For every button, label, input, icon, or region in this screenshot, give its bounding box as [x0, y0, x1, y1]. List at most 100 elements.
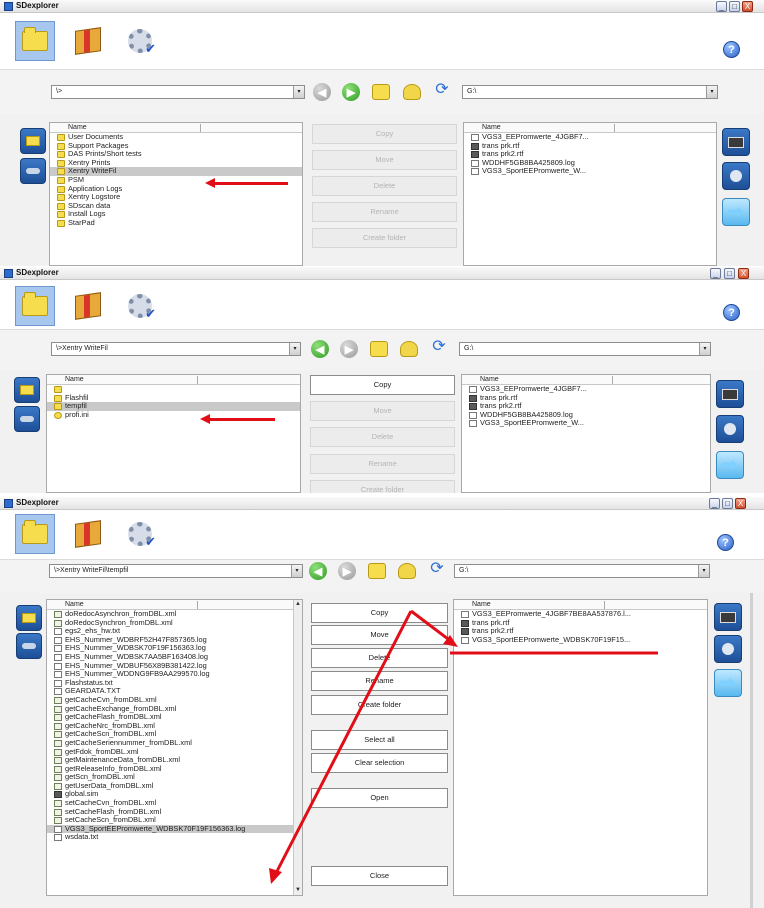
copy-button[interactable]: Copy	[310, 375, 455, 395]
new-folder-icon[interactable]	[403, 84, 421, 100]
monitor-button[interactable]	[722, 128, 750, 156]
new-folder-icon[interactable]	[398, 563, 416, 579]
move-button[interactable]: Move	[311, 625, 448, 645]
local-drive-button[interactable]	[20, 128, 46, 154]
scroll-down-icon[interactable]: ▼	[294, 886, 302, 895]
list-item[interactable]: VGS3_SportEEPromwerte_WDBSK70F19F15...	[454, 635, 707, 645]
package-tab[interactable]	[68, 286, 108, 326]
left-path-combo[interactable]: \> ▾	[51, 85, 305, 99]
network-drive-button[interactable]	[20, 158, 46, 184]
settings-tab[interactable]	[120, 514, 160, 554]
local-drive-button[interactable]	[16, 605, 42, 631]
delete-button[interactable]: Delete	[311, 648, 448, 668]
copy-button[interactable]: Copy	[311, 603, 448, 623]
left-file-list[interactable]: Name User Documents Support Packages DAS P…	[49, 122, 303, 266]
back-icon[interactable]: ◀	[311, 340, 329, 358]
file-explorer-tab[interactable]	[15, 21, 55, 61]
maximize-button[interactable]: □	[729, 1, 740, 12]
file-explorer-tab[interactable]	[15, 514, 55, 554]
forward-icon[interactable]: ▶	[340, 340, 358, 358]
back-icon[interactable]: ◀	[313, 83, 331, 101]
refresh-icon[interactable]: ⟳	[430, 339, 448, 355]
close-button[interactable]: Close	[311, 866, 448, 886]
up-folder-icon[interactable]	[368, 563, 386, 579]
left-path-combo[interactable]: \>Xentry WriteFil\tempfil ▾	[49, 564, 303, 578]
list-item[interactable]: VGS3_SportEEPromwerte_W...	[464, 167, 716, 176]
transfer-button[interactable]	[716, 451, 744, 479]
help-button[interactable]: ?	[723, 304, 740, 321]
scroll-up-icon[interactable]: ▲	[294, 600, 302, 609]
forward-icon[interactable]: ▶	[342, 83, 360, 101]
right-path-combo[interactable]: G:\ ▾	[454, 564, 710, 578]
transfer-button[interactable]	[722, 198, 750, 226]
title-bar[interactable]: SDexplorer _ □ X	[0, 497, 764, 510]
title-bar[interactable]: SDexplorer _ □ X	[0, 0, 764, 13]
close-button[interactable]: X	[742, 1, 753, 12]
minimize-button[interactable]: _	[710, 268, 721, 279]
refresh-icon[interactable]: ⟳	[428, 561, 446, 577]
create-folder-button[interactable]: Create folder	[310, 480, 455, 493]
transfer-button[interactable]	[714, 669, 742, 697]
maximize-button[interactable]: □	[724, 268, 735, 279]
monitor-button[interactable]	[714, 603, 742, 631]
left-file-list[interactable]: Name Flashfil tempfil profi.ini	[46, 374, 301, 493]
refresh-icon[interactable]: ⟳	[433, 82, 451, 98]
list-item[interactable]: StarPad	[50, 218, 302, 228]
globe-button[interactable]	[716, 415, 744, 443]
back-icon[interactable]: ◀	[309, 562, 327, 580]
title-bar[interactable]: SDexplorer _ □ X	[0, 267, 764, 280]
right-path-combo[interactable]: G:\ ▾	[462, 85, 718, 99]
right-file-list[interactable]: Name VGS3_EEPromwerte_4JGBF7BE8AA537876.…	[453, 599, 708, 896]
list-item[interactable]: VGS3_SportEEPromwerte_W...	[462, 419, 710, 428]
globe-button[interactable]	[714, 635, 742, 663]
chevron-down-icon[interactable]: ▾	[291, 565, 302, 577]
settings-tab[interactable]	[120, 21, 160, 61]
file-explorer-tab[interactable]	[15, 286, 55, 326]
right-file-list[interactable]: Name VGS3_EEPromwerte_4JGBF7... trans prk…	[461, 374, 711, 493]
chevron-down-icon[interactable]: ▾	[698, 565, 709, 577]
rename-button[interactable]: Rename	[310, 454, 455, 474]
close-button[interactable]: X	[735, 498, 746, 509]
network-drive-button[interactable]	[16, 633, 42, 659]
chevron-down-icon[interactable]: ▾	[699, 343, 710, 355]
move-button[interactable]: Move	[310, 401, 455, 421]
open-button[interactable]: Open	[311, 788, 448, 808]
list-item[interactable]: Xentry WriteFil	[50, 167, 302, 176]
maximize-button[interactable]: □	[722, 498, 733, 509]
minimize-button[interactable]: _	[709, 498, 720, 509]
settings-tab[interactable]	[120, 286, 160, 326]
left-path-combo[interactable]: \>Xentry WriteFil ▾	[51, 342, 301, 356]
right-file-list[interactable]: Name VGS3_EEPromwerte_4JGBF7... trans prk…	[463, 122, 717, 266]
rename-button[interactable]: Rename	[311, 671, 448, 691]
help-button[interactable]: ?	[717, 534, 734, 551]
right-path-combo[interactable]: G:\ ▾	[459, 342, 711, 356]
network-drive-button[interactable]	[14, 406, 40, 432]
left-file-list[interactable]: Name doRedocAsynchron_fromDBL.xml doRedoc…	[46, 599, 303, 896]
new-folder-icon[interactable]	[400, 341, 418, 357]
chevron-down-icon[interactable]: ▾	[289, 343, 300, 355]
chevron-down-icon[interactable]: ▾	[706, 86, 717, 98]
name-column-header[interactable]: Name	[47, 375, 300, 385]
help-button[interactable]: ?	[723, 41, 740, 58]
rename-button[interactable]: Rename	[312, 202, 457, 222]
clear-selection-button[interactable]: Clear selection	[311, 753, 448, 773]
close-button[interactable]: X	[738, 268, 749, 279]
package-tab[interactable]	[68, 21, 108, 61]
package-tab[interactable]	[68, 514, 108, 554]
local-drive-button[interactable]	[14, 377, 40, 403]
chevron-down-icon[interactable]: ▾	[293, 86, 304, 98]
create-folder-button[interactable]: Create folder	[312, 228, 457, 248]
vertical-scrollbar[interactable]: ▲ ▼	[293, 600, 302, 895]
delete-button[interactable]: Delete	[310, 427, 455, 447]
monitor-button[interactable]	[716, 380, 744, 408]
minimize-button[interactable]: _	[716, 1, 727, 12]
globe-button[interactable]	[722, 162, 750, 190]
move-button[interactable]: Move	[312, 150, 457, 170]
delete-button[interactable]: Delete	[312, 176, 457, 196]
up-folder-icon[interactable]	[372, 84, 390, 100]
copy-button[interactable]: Copy	[312, 124, 457, 144]
create-folder-button[interactable]: Create folder	[311, 695, 448, 715]
select-all-button[interactable]: Select all	[311, 730, 448, 750]
up-folder-icon[interactable]	[370, 341, 388, 357]
forward-icon[interactable]: ▶	[338, 562, 356, 580]
